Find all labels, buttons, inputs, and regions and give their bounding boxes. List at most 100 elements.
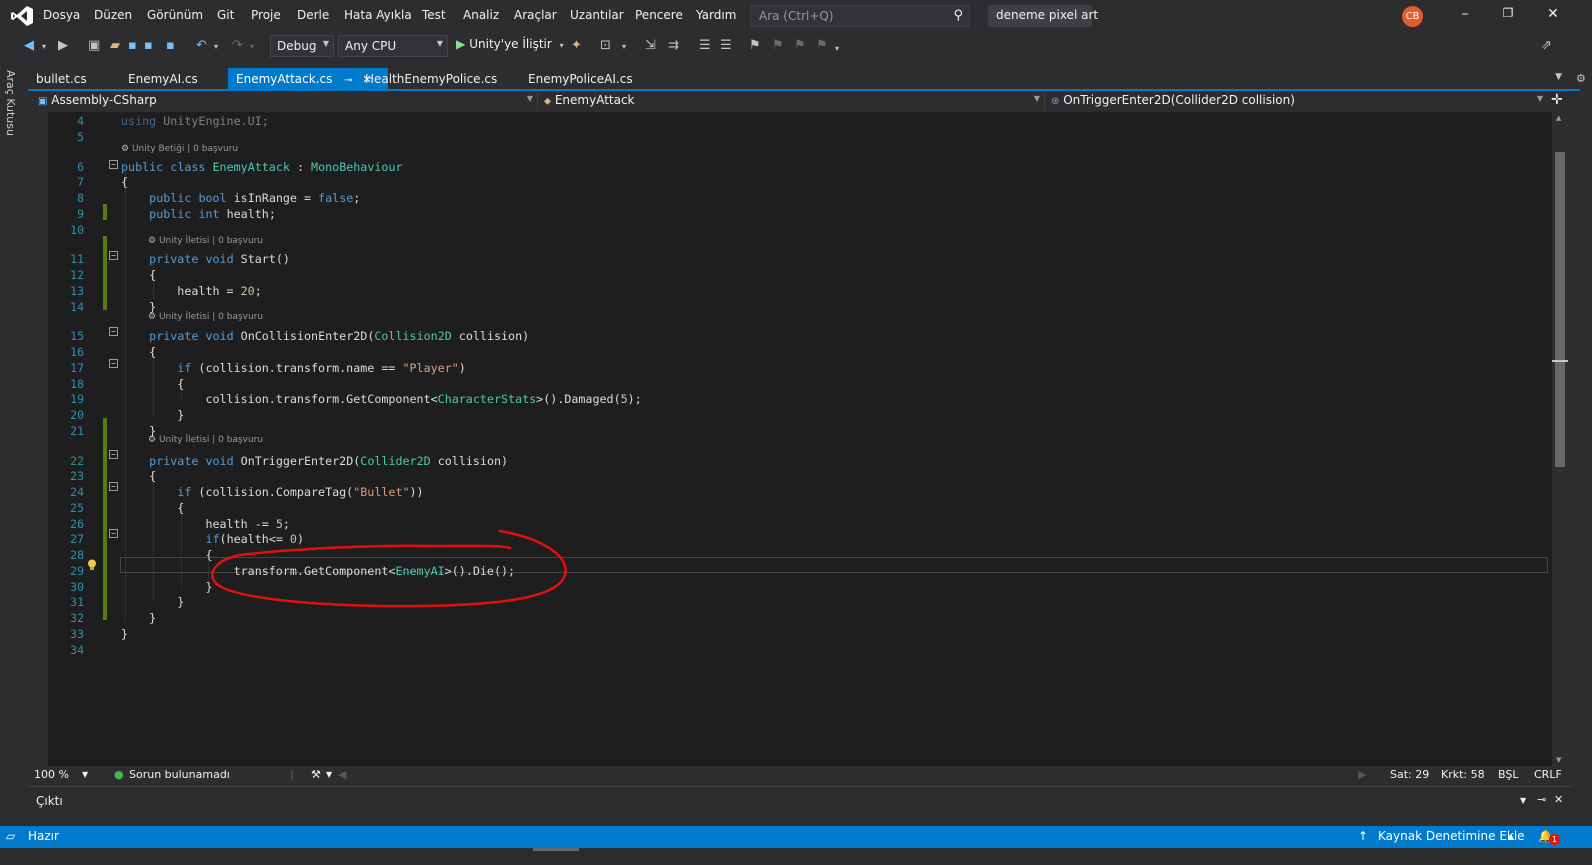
search-input[interactable]: Ara (Ctrl+Q) ⚲: [750, 5, 970, 27]
issues-indicator[interactable]: Sorun bulunamadı: [129, 768, 230, 781]
code-editor[interactable]: ⚙ Unity Betiği | 0 başvuru ⚙ Unity İleti…: [48, 112, 1552, 766]
menu-window[interactable]: Pencere: [635, 8, 683, 22]
user-avatar[interactable]: CB: [1402, 6, 1423, 27]
code-line[interactable]: 10: [48, 223, 1552, 239]
menu-extensions[interactable]: Uzantılar: [570, 8, 624, 22]
code-line[interactable]: 17 if (collision.transform.name == "Play…: [48, 361, 1552, 377]
code-line[interactable]: 7{: [48, 175, 1552, 191]
hot-reload-icon[interactable]: ✦: [571, 38, 582, 53]
scroll-down-icon[interactable]: ▼: [1556, 756, 1561, 764]
code-line[interactable]: 25 {: [48, 501, 1552, 517]
tab-enemypoliceai[interactable]: EnemyPoliceAI.cs: [520, 68, 641, 90]
browser-link-icon[interactable]: ⊡: [600, 38, 611, 53]
code-line[interactable]: 14 }: [48, 300, 1552, 316]
zoom-dropdown[interactable]: 100 %: [34, 768, 69, 781]
menu-analyze[interactable]: Analiz: [463, 8, 499, 22]
close-panel-icon[interactable]: ✕: [1554, 793, 1563, 806]
code-line[interactable]: 22 private void OnTriggerEnter2D(Collide…: [48, 454, 1552, 470]
forward-icon[interactable]: ▶: [58, 38, 68, 53]
code-line[interactable]: 33}: [48, 627, 1552, 643]
code-line[interactable]: 30 }: [48, 580, 1552, 596]
menu-view[interactable]: Görünüm: [147, 8, 203, 22]
column-indicator[interactable]: Krkt: 58: [1441, 768, 1485, 781]
code-line[interactable]: 9 public int health;: [48, 207, 1552, 223]
code-line[interactable]: 29 transform.GetComponent<EnemyAI>().Die…: [48, 564, 1552, 580]
platform-dropdown[interactable]: Any CPU ▼: [338, 35, 448, 57]
code-line[interactable]: 18 {: [48, 377, 1552, 393]
clear-bookmarks-icon[interactable]: ⚑: [816, 38, 828, 53]
chevron-up-icon[interactable]: ▲: [1508, 832, 1514, 841]
indent-increase-icon[interactable]: ☰: [720, 38, 732, 53]
menu-edit[interactable]: Düzen: [94, 8, 132, 22]
scroll-right-icon[interactable]: ▶: [1358, 768, 1366, 781]
pin-icon[interactable]: ⊸: [344, 75, 352, 86]
back-icon[interactable]: ◀: [24, 38, 34, 53]
code-line[interactable]: 16 {: [48, 345, 1552, 361]
code-line[interactable]: 28 {: [48, 548, 1552, 564]
code-line[interactable]: 8 public bool isInRange = false;: [48, 191, 1552, 207]
close-window-icon[interactable]: ✕: [1543, 6, 1563, 22]
save-icon[interactable]: ▪: [128, 38, 137, 53]
editor-vertical-scrollbar[interactable]: ▲ ▼: [1552, 112, 1568, 766]
scroll-left-icon[interactable]: ◀: [338, 768, 346, 781]
save-all-files-icon[interactable]: ▪: [166, 38, 175, 53]
add-source-control-button[interactable]: Kaynak Denetimine Ekle: [1378, 829, 1525, 843]
restore-icon[interactable]: ❐: [1498, 6, 1518, 20]
menu-help[interactable]: Yardım: [696, 8, 736, 22]
line-ending-indicator[interactable]: CRLF: [1534, 768, 1562, 781]
menu-project[interactable]: Proje: [251, 8, 281, 22]
menu-tools[interactable]: Araçlar: [514, 8, 557, 22]
zoom-chevron-icon[interactable]: ▼: [82, 770, 88, 779]
settings-gear-icon[interactable]: ⚙: [1576, 72, 1586, 85]
minimize-icon[interactable]: –: [1455, 6, 1475, 22]
tab-bullet[interactable]: bullet.cs: [28, 68, 95, 90]
code-line[interactable]: 6 public class EnemyAttack : MonoBehaviou…: [48, 160, 1552, 176]
code-line[interactable]: 13 health = 20;: [48, 284, 1552, 300]
code-line[interactable]: 19 collision.transform.GetComponent<Char…: [48, 392, 1552, 408]
menu-build[interactable]: Derle: [297, 8, 329, 22]
tab-enemyai[interactable]: EnemyAI.cs: [120, 68, 206, 90]
menu-debug[interactable]: Hata Ayıkla: [344, 8, 412, 22]
redo-dropdown-icon[interactable]: ▾: [250, 42, 254, 51]
code-line[interactable]: 4 using UnityEngine.UI;: [48, 114, 1552, 130]
scrollbar-thumb[interactable]: [1555, 152, 1565, 467]
undo-icon[interactable]: ↶: [196, 38, 207, 53]
save-all-icon[interactable]: ▪: [144, 38, 153, 53]
browser-link-dropdown-icon[interactable]: ▾: [622, 42, 626, 51]
attach-unity-button[interactable]: ▶ Unity'ye İliştir ▾: [456, 37, 564, 51]
toolbox-tab[interactable]: Araç Kutusu: [4, 70, 17, 136]
code-line[interactable]: 5: [48, 130, 1552, 146]
code-line[interactable]: 23 {: [48, 469, 1552, 485]
step-over-icon[interactable]: ⇉: [668, 38, 679, 53]
code-line[interactable]: 26 health -= 5;: [48, 517, 1552, 533]
live-share-icon[interactable]: ⇗: [1541, 38, 1552, 53]
type-dropdown[interactable]: ⬥ EnemyAttack ▼: [540, 92, 1045, 110]
code-line[interactable]: 34: [48, 643, 1552, 659]
next-bookmark-icon[interactable]: ⚑: [794, 38, 806, 53]
indent-decrease-icon[interactable]: ☰: [699, 38, 711, 53]
member-dropdown[interactable]: ⊛ OnTriggerEnter2D(Collider2D collision)…: [1047, 92, 1547, 110]
code-line[interactable]: 32 }: [48, 611, 1552, 627]
insert-mode-indicator[interactable]: BŞL: [1498, 768, 1518, 781]
code-line[interactable]: 12 {: [48, 268, 1552, 284]
code-line[interactable]: 24 if (collision.CompareTag("Bullet")): [48, 485, 1552, 501]
output-title[interactable]: Çıktı: [36, 794, 63, 808]
code-line[interactable]: 21 }: [48, 424, 1552, 440]
split-view-icon[interactable]: ✛: [1551, 92, 1563, 108]
code-cleanup-icon[interactable]: ⚒: [311, 768, 321, 781]
code-line[interactable]: 31 }: [48, 595, 1552, 611]
configuration-dropdown[interactable]: Debug ▼: [270, 35, 334, 57]
tab-overflow-icon[interactable]: ▼: [1555, 72, 1562, 82]
pin-icon[interactable]: ⊸: [1537, 793, 1546, 806]
redo-icon[interactable]: ↷: [232, 38, 243, 53]
menu-git[interactable]: Git: [217, 8, 234, 22]
codelens[interactable]: ⚙ Unity Betiği | 0 başvuru: [121, 144, 238, 156]
scroll-up-icon[interactable]: ▲: [1556, 114, 1561, 122]
tab-healthenemypolice[interactable]: HealthEnemyPolice.cs: [357, 68, 505, 90]
prev-bookmark-icon[interactable]: ⚑: [772, 38, 784, 53]
open-folder-icon[interactable]: ▰: [110, 38, 120, 53]
step-into-icon[interactable]: ⇲: [645, 38, 656, 53]
bookmark-icon[interactable]: ⚑: [749, 38, 761, 53]
code-line[interactable]: 11 private void Start(): [48, 252, 1552, 268]
menu-test[interactable]: Test: [422, 8, 446, 22]
